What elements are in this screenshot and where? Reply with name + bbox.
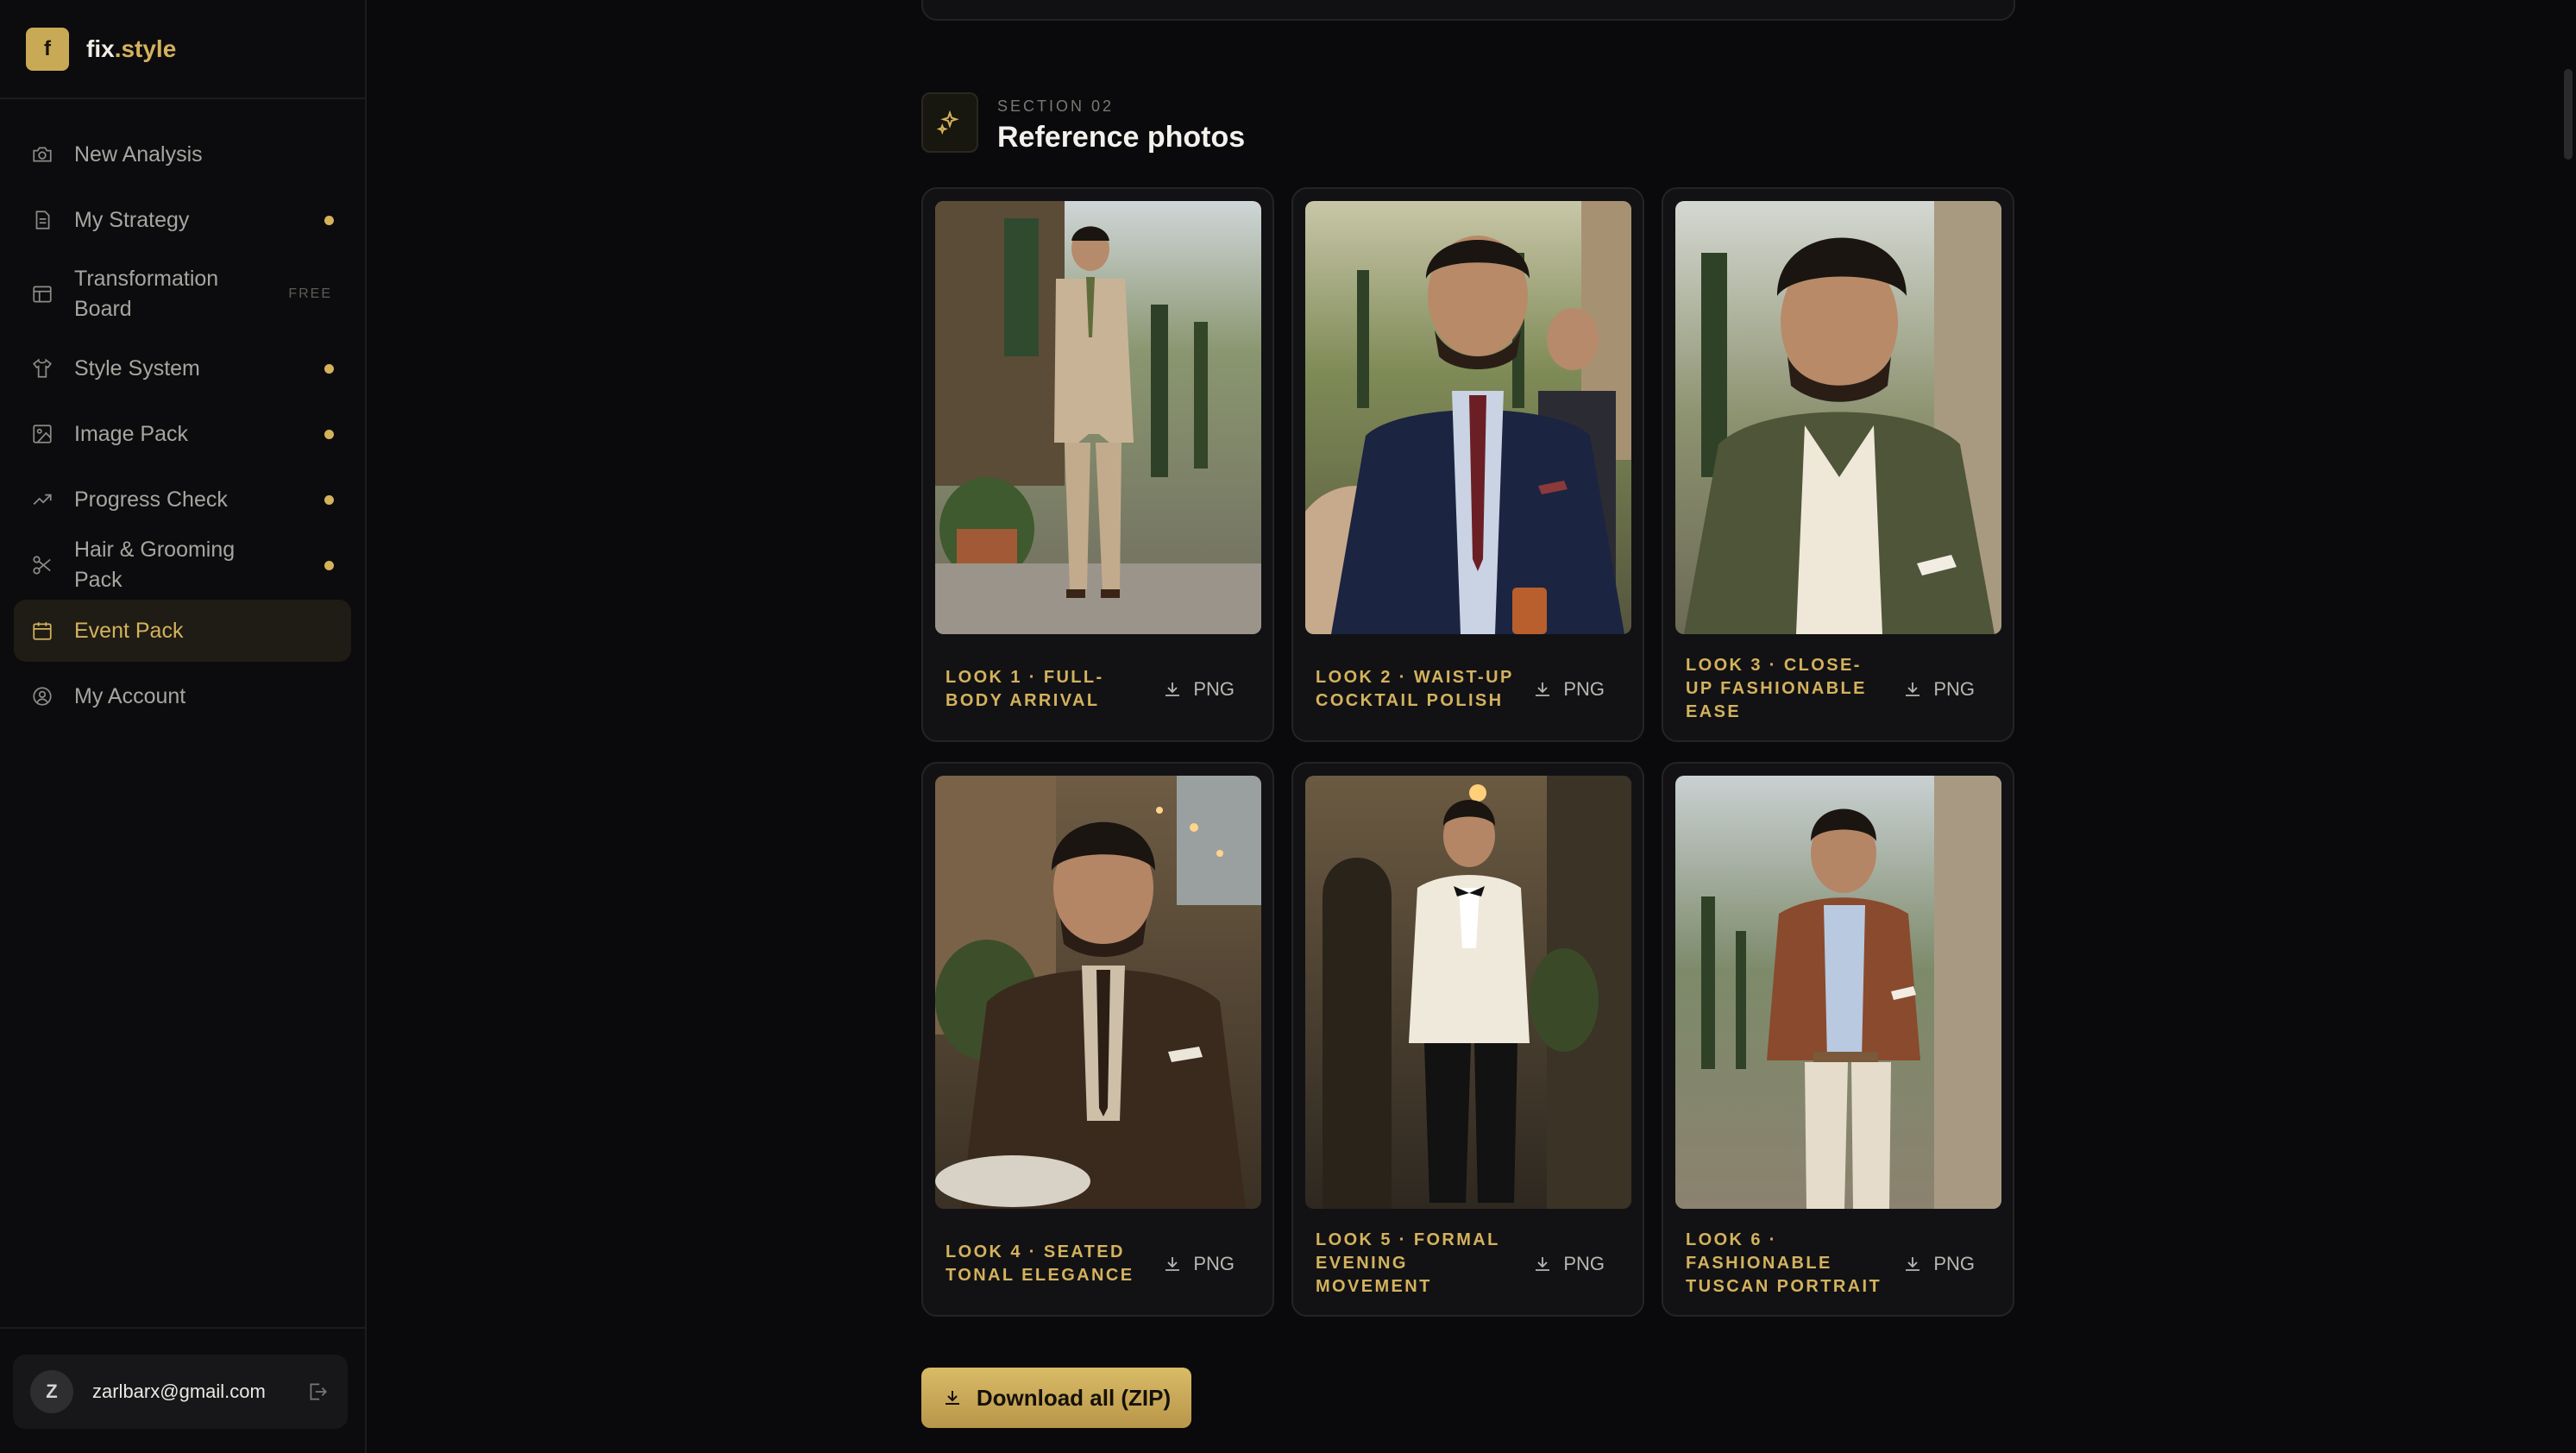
look-photo[interactable] (1305, 201, 1631, 634)
sidebar-item-label: Event Pack (74, 618, 184, 643)
look-photo[interactable] (935, 776, 1261, 1209)
look-photo[interactable] (935, 201, 1261, 634)
look-card: LOOK 5 · FORMAL EVENING MOVEMENT PNG (1291, 762, 1644, 1317)
download-icon (945, 1391, 959, 1405)
scrollbar[interactable] (2559, 0, 2576, 1453)
download-png-label: PNG (1193, 677, 1235, 700)
sidebar-item-label: Style System (74, 355, 200, 381)
scrollbar-thumb[interactable] (2564, 69, 2573, 160)
free-badge: FREE (288, 286, 332, 301)
section-kicker: SECTION 02 (997, 97, 1115, 115)
download-png-button[interactable]: PNG (1532, 1209, 1605, 1318)
look-photo[interactable] (1675, 201, 2001, 634)
look-caption: LOOK 5 · FORMAL EVENING MOVEMENT (1316, 1230, 1500, 1296)
sidebar-item-label: My Strategy (74, 207, 190, 232)
logout-icon[interactable] (306, 1381, 329, 1403)
download-icon (1906, 1256, 1920, 1271)
sidebar-item-progress-check[interactable]: Progress Check (14, 469, 351, 531)
brand-name-main: fix (86, 35, 115, 62)
sidebar-item-style-system[interactable]: Style System (14, 337, 351, 399)
user-email: zarlbarx@gmail.com (92, 1381, 266, 1402)
sidebar-item-my-strategy[interactable]: My Strategy (14, 189, 351, 251)
look-caption: LOOK 2 · WAIST-UP COCKTAIL POLISH (1316, 667, 1514, 710)
sidebar-item-label: New Analysis (74, 142, 203, 167)
download-png-label: PNG (1563, 677, 1605, 700)
sparkle-icon (921, 92, 978, 153)
sidebar-item-image-pack[interactable]: Image Pack (14, 403, 351, 465)
sidebar: f fix.style New Analysis My Strategy Tra… (0, 0, 367, 1453)
look-card: LOOK 2 · WAIST-UP COCKTAIL POLISH PNG (1291, 187, 1644, 742)
sidebar-item-label: Image Pack (74, 421, 189, 446)
look-photo[interactable] (1305, 776, 1631, 1209)
user-area: Z zarlbarx@gmail.com (0, 1327, 367, 1453)
status-dot (324, 494, 334, 505)
sidebar-item-event-pack[interactable]: Event Pack (14, 600, 351, 662)
sidebar-nav: New Analysis My Strategy Transformation … (0, 99, 365, 727)
download-png-button[interactable]: PNG (1902, 634, 1975, 744)
download-icon (1536, 682, 1550, 696)
brand-name-accent: .style (114, 35, 177, 62)
look-card: LOOK 3 · CLOSE-UP FASHIONABLE EASE PNG (1662, 187, 2014, 742)
download-icon (1906, 682, 1920, 696)
status-dot (324, 363, 334, 374)
status-dot (324, 429, 334, 439)
look-card: LOOK 1 · FULL-BODY ARRIVAL PNG (921, 187, 1274, 742)
brand[interactable]: f fix.style (0, 0, 365, 99)
image-icon (31, 423, 53, 445)
download-icon (1165, 1256, 1180, 1271)
status-dot (324, 560, 334, 570)
download-png-button[interactable]: PNG (1532, 634, 1605, 744)
sidebar-item-label: Transformation Board (74, 267, 219, 321)
download-png-button[interactable]: PNG (1162, 634, 1235, 744)
calendar-icon (31, 620, 53, 642)
previous-section-card (921, 0, 2015, 21)
brand-name: fix.style (86, 35, 176, 63)
download-icon (1165, 682, 1180, 696)
brand-logo: f (26, 27, 69, 71)
status-dot (324, 215, 334, 225)
section-title: Reference photos (997, 121, 1246, 154)
download-icon (1536, 1256, 1550, 1271)
shirt-icon (31, 357, 53, 380)
download-all-label: Download all (ZIP) (976, 1384, 1172, 1411)
trend-icon (31, 488, 53, 511)
download-png-label: PNG (1933, 677, 1975, 700)
user-circle-icon (31, 685, 53, 708)
look-caption: LOOK 1 · FULL-BODY ARRIVAL (946, 667, 1104, 710)
sidebar-item-hair-grooming-pack[interactable]: Hair & Grooming Pack (14, 534, 351, 596)
download-all-zip-button[interactable]: Download all (ZIP) (921, 1368, 1191, 1428)
look-photo[interactable] (1675, 776, 2001, 1209)
layout-icon (31, 283, 53, 305)
download-png-label: PNG (1563, 1252, 1605, 1274)
download-png-button[interactable]: PNG (1162, 1209, 1235, 1318)
look-caption: LOOK 6 · FASHIONABLE TUSCAN PORTRAIT (1686, 1230, 1882, 1296)
section-header: SECTION 02 Reference photos (921, 92, 1245, 154)
sidebar-item-label: Progress Check (74, 487, 228, 512)
document-icon (31, 209, 53, 231)
scissors-icon (31, 554, 53, 576)
sidebar-item-label: My Account (74, 683, 186, 708)
download-png-label: PNG (1933, 1252, 1975, 1274)
download-png-button[interactable]: PNG (1902, 1209, 1975, 1318)
sidebar-item-transformation-board[interactable]: Transformation Board FREE (14, 255, 351, 334)
look-caption: LOOK 3 · CLOSE-UP FASHIONABLE EASE (1686, 656, 1867, 721)
look-card: LOOK 6 · FASHIONABLE TUSCAN PORTRAIT PNG (1662, 762, 2014, 1317)
sidebar-item-new-analysis[interactable]: New Analysis (14, 123, 351, 186)
user-card[interactable]: Z zarlbarx@gmail.com (13, 1355, 348, 1429)
download-png-label: PNG (1193, 1252, 1235, 1274)
look-caption: LOOK 4 · SEATED TONAL ELEGANCE (946, 1242, 1134, 1285)
look-card: LOOK 4 · SEATED TONAL ELEGANCE PNG (921, 762, 1274, 1317)
avatar: Z (30, 1370, 73, 1413)
sidebar-item-label: Hair & Grooming Pack (74, 538, 236, 592)
camera-icon (31, 143, 53, 166)
sidebar-item-my-account[interactable]: My Account (14, 665, 351, 727)
